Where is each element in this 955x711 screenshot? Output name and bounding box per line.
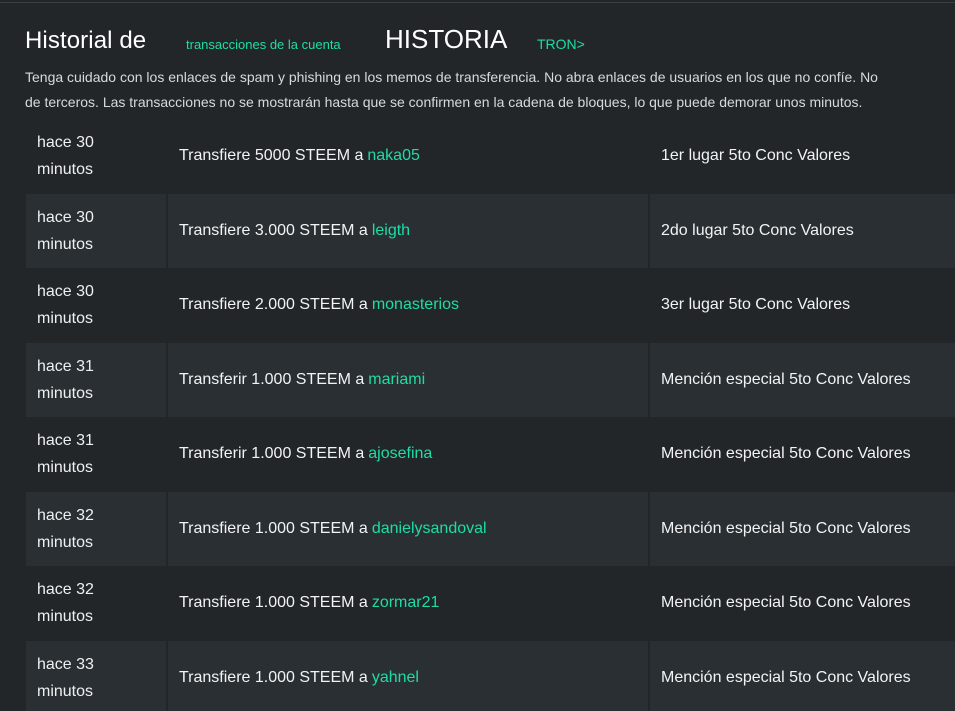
time-cell: hace 30 minutos [26, 119, 166, 194]
time-cell: hace 32 minutos [26, 566, 166, 641]
memo-cell: Mención especial 5to Conc Valores [650, 640, 955, 711]
recipient-link[interactable]: naka05 [367, 147, 420, 165]
transfer-text: Transferir 1.000 STEEM a [179, 445, 365, 463]
transfer-text: Transfiere 1.000 STEEM a [179, 668, 368, 686]
table-row: hace 32 minutos Transfiere 1.000 STEEM ad… [26, 491, 955, 566]
recipient-link[interactable]: ajosefina [368, 445, 432, 463]
transfer-cell: Transfiere 1.000 STEEM a yahnel [168, 640, 648, 711]
recipient-link[interactable]: zormar21 [372, 594, 440, 612]
time-value: hace 30 [37, 283, 94, 301]
memo-cell: 1er lugar 5to Conc Valores [661, 147, 851, 165]
table-row: hace 33 minutos Transfiere 1.000 STEEM ay… [26, 640, 955, 711]
time-unit: minutos [37, 310, 94, 328]
recipient-link[interactable]: mariami [368, 371, 425, 389]
table-row: hace 31 minutos Transferir 1.000 STEEM am… [26, 342, 955, 417]
wallet-history-page: Historial de transacciones de la cuenta … [0, 0, 955, 711]
time-cell: hace 31 minutos [26, 417, 166, 492]
memo-cell: Mención especial 5to Conc Valores [650, 491, 955, 566]
top-divider [0, 2, 955, 3]
transfer-cell: Transfiere 1.000 STEEM a danielysandoval [168, 491, 648, 566]
recipient-link[interactable]: yahnel [372, 669, 419, 687]
recipient-link[interactable]: danielysandoval [372, 520, 487, 538]
warning-line-1: Tenga cuidado con los enlaces de spam y … [25, 69, 878, 85]
transfer-cell: Transferir 1.000 STEEM a mariami [168, 342, 648, 417]
history-heading: HISTORIA [385, 24, 508, 54]
time-unit: minutos [37, 608, 94, 626]
phishing-warning: Tenga cuidado con los enlaces de spam y … [25, 65, 955, 115]
transfer-text: Transfiere 3.000 STEEM a [179, 221, 368, 239]
transactions-table: hace 30 minutos Transfiere 5000 STEEM a na… [26, 119, 955, 711]
time-value: hace 31 [37, 357, 94, 375]
time-unit: minutos [37, 459, 94, 477]
table-row: hace 30 minutos Transfiere 5000 STEEM a na… [26, 119, 955, 194]
time-value: hace 30 [37, 134, 94, 152]
tron-link[interactable]: TRON> [537, 36, 585, 52]
transfer-text: Transfiere 1.000 STEEM a [179, 519, 368, 537]
time-unit: minutos [37, 235, 94, 253]
transfer-text: Transfiere 5000 STEEM a [179, 147, 364, 165]
warning-line-2: de terceros. Las transacciones no se mos… [25, 94, 863, 110]
time-unit: minutos [37, 682, 94, 700]
memo-cell: Mención especial 5to Conc Valores [661, 445, 911, 463]
time-cell: hace 32 minutos [26, 491, 166, 566]
time-cell: hace 33 minutos [26, 640, 166, 711]
time-unit: minutos [37, 533, 94, 551]
table-row: hace 30 minutos Transfiere 2.000 STEEM am… [26, 268, 955, 343]
transfer-text: Transferir 1.000 STEEM a [179, 370, 365, 388]
transfer-text: Transfiere 1.000 STEEM a [179, 594, 368, 612]
transfer-text: Transfiere 2.000 STEEM a [179, 296, 368, 314]
page-title: Historial de [25, 27, 147, 54]
table-row: hace 30 minutos Transfiere 3.000 STEEM al… [26, 193, 955, 268]
time-unit: minutos [37, 384, 94, 402]
memo-cell: 3er lugar 5to Conc Valores [661, 296, 851, 314]
recipient-link[interactable]: leigth [372, 222, 410, 240]
memo-cell: Mención especial 5to Conc Valores [661, 594, 911, 612]
time-cell: hace 30 minutos [26, 268, 166, 343]
transfer-cell: Transfiere 1.000 STEEM a zormar21 [168, 566, 648, 641]
transfer-cell: Transferir 1.000 STEEM a ajosefina [168, 417, 648, 492]
time-value: hace 31 [37, 432, 94, 450]
time-value: hace 33 [37, 655, 94, 673]
time-value: hace 32 [37, 506, 94, 524]
memo-cell: 2do lugar 5to Conc Valores [650, 193, 955, 268]
memo-cell: Mención especial 5to Conc Valores [650, 342, 955, 417]
recipient-link[interactable]: monasterios [372, 296, 459, 314]
time-value: hace 30 [37, 208, 94, 226]
transfer-cell: Transfiere 5000 STEEM a naka05 [168, 119, 648, 194]
table-row: hace 31 minutos Transferir 1.000 STEEM aa… [26, 417, 955, 492]
time-value: hace 32 [37, 581, 94, 599]
time-cell: hace 31 minutos [26, 342, 166, 417]
transfer-cell: Transfiere 3.000 STEEM a leigth [168, 193, 648, 268]
time-unit: minutos [37, 161, 94, 179]
table-row: hace 32 minutos Transfiere 1.000 STEEM az… [26, 566, 955, 641]
account-transactions-link[interactable]: transacciones de la cuenta [186, 37, 341, 52]
transfer-cell: Transfiere 2.000 STEEM a monasterios [168, 268, 648, 343]
time-cell: hace 30 minutos [26, 193, 166, 268]
